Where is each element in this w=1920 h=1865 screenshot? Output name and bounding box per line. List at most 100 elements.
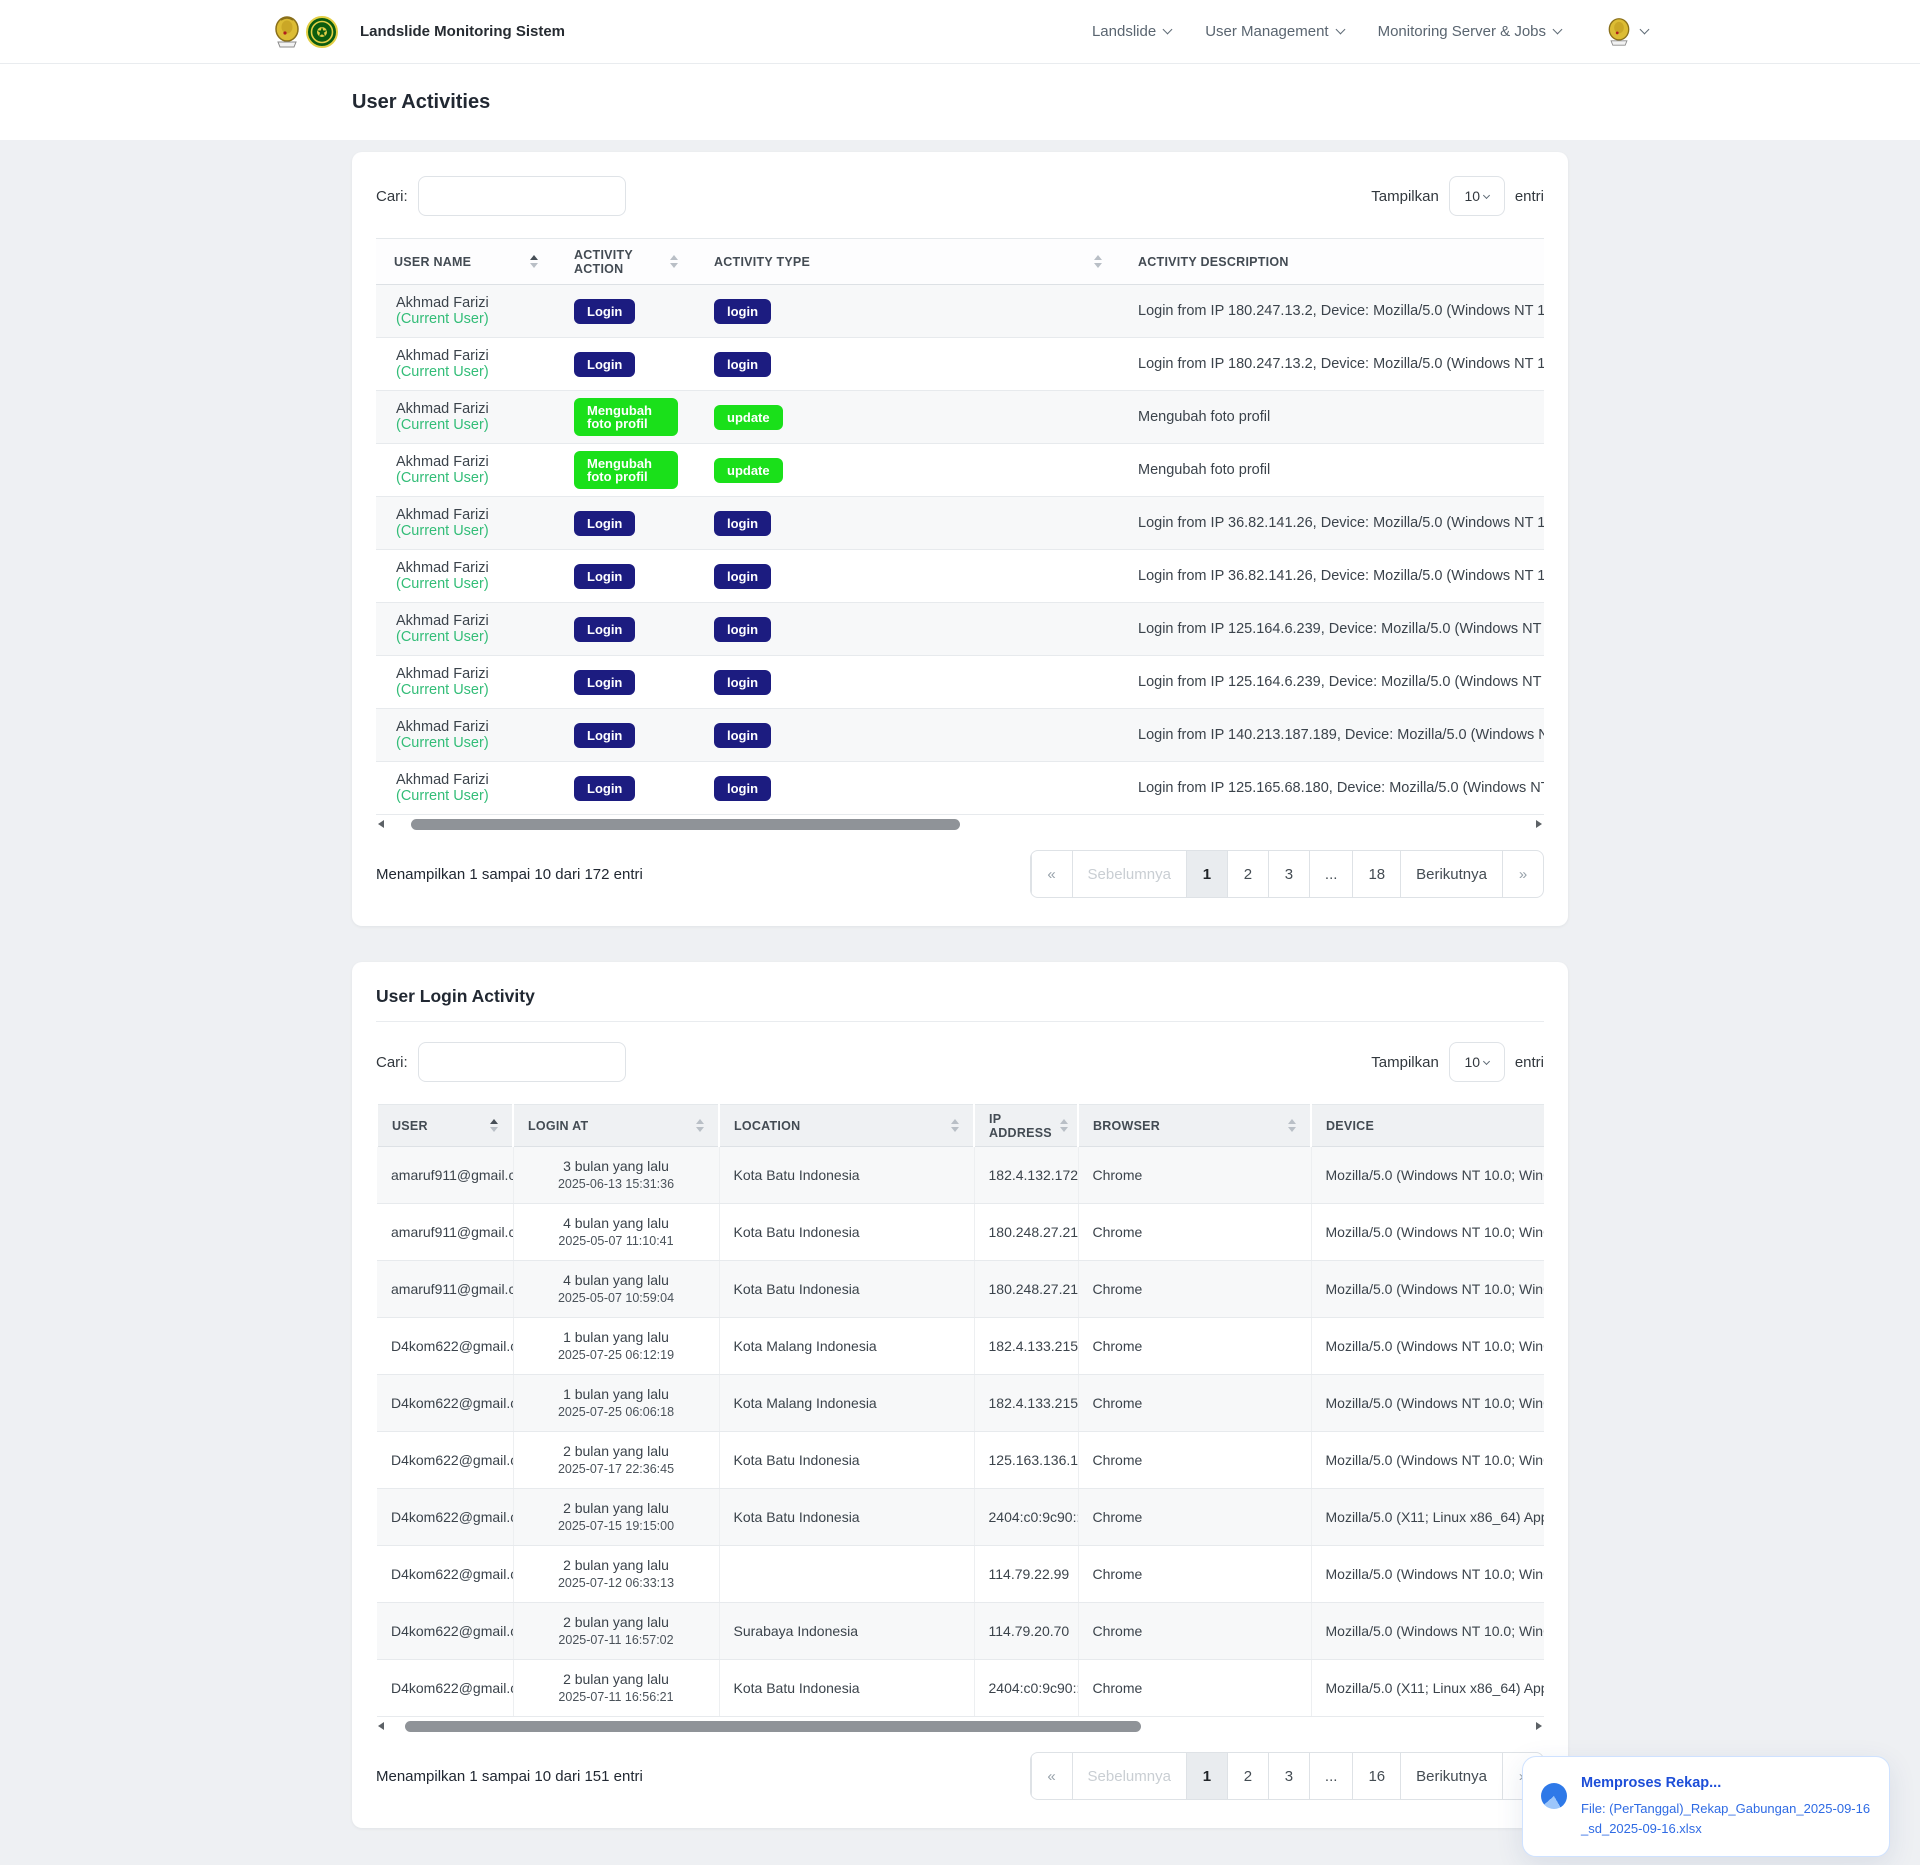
current-user-tag: (Current User) <box>396 311 489 327</box>
column-header[interactable]: IP ADDRESS <box>974 1105 1078 1147</box>
pagination-button[interactable]: « <box>1031 1753 1072 1799</box>
chevron-down-icon <box>1640 25 1650 35</box>
column-header[interactable]: USER <box>377 1105 513 1147</box>
cell-device: Mozilla/5.0 (Windows NT 10.0; Win64; x64… <box>1311 1603 1544 1660</box>
login-relative-time: 2 bulan yang lalu <box>528 1613 705 1632</box>
pagination-button[interactable]: 18 <box>1352 851 1400 897</box>
pagination-button[interactable]: Sebelumnya <box>1072 1753 1186 1799</box>
scroll-left-arrow-icon[interactable] <box>378 1722 384 1730</box>
pagination-button[interactable]: 3 <box>1268 851 1309 897</box>
pagination-button[interactable]: Berikutnya <box>1400 851 1502 897</box>
pagination-button[interactable]: « <box>1031 851 1072 897</box>
column-header[interactable]: DEVICE <box>1311 1105 1544 1147</box>
search-input[interactable] <box>418 1042 626 1082</box>
sort-arrows-icon[interactable] <box>1094 255 1102 268</box>
table-row: Akhmad Farizi (Current User) Mengubah fo… <box>376 444 1544 497</box>
cell-activity-type: update <box>696 391 1120 444</box>
activity-action-badge: Login <box>574 776 635 801</box>
page-heading-band: User Activities <box>0 64 1920 140</box>
pagination-button[interactable]: 2 <box>1227 1753 1268 1799</box>
nav-item-label: Landslide <box>1092 23 1156 40</box>
current-user-tag: (Current User) <box>396 682 489 698</box>
cell-location: Kota Batu Indonesia <box>719 1432 974 1489</box>
sort-arrows-icon[interactable] <box>696 1119 704 1132</box>
activity-action-badge: Login <box>574 617 635 642</box>
pagination-button[interactable]: 1 <box>1186 1753 1227 1799</box>
horizontal-scrollbar[interactable] <box>376 817 1544 832</box>
pagination-button[interactable]: 2 <box>1227 851 1268 897</box>
cell-user-email: amaruf911@gmail.com <box>377 1147 513 1204</box>
pagination-button[interactable]: Berikutnya <box>1400 1753 1502 1799</box>
table-row: Akhmad Farizi (Current User) Login login… <box>376 550 1544 603</box>
column-header[interactable]: LOGIN AT <box>513 1105 719 1147</box>
cell-login-at: 2 bulan yang lalu 2025-07-17 22:36:45 <box>513 1432 719 1489</box>
nav-dropdown-item[interactable]: User Management <box>1205 23 1343 40</box>
university-emblem-logo-icon <box>306 16 338 48</box>
pagination-button[interactable]: » <box>1502 851 1543 897</box>
scroll-right-arrow-icon[interactable] <box>1536 1722 1542 1730</box>
cell-user-email: D4kom622@gmail.com <box>377 1546 513 1603</box>
search-label: Cari: <box>376 188 408 205</box>
cell-user-name: Akhmad Farizi (Current User) <box>376 338 556 391</box>
sort-arrows-icon[interactable] <box>670 255 678 268</box>
scroll-left-arrow-icon[interactable] <box>378 820 384 828</box>
cell-browser: Chrome <box>1078 1432 1311 1489</box>
main-content: Cari: Tampilkan 10 entri <box>352 140 1568 1848</box>
cell-browser: Chrome <box>1078 1603 1311 1660</box>
nav-dropdown-item[interactable]: Landslide <box>1092 23 1171 40</box>
pagination-button[interactable]: 3 <box>1268 1753 1309 1799</box>
column-header[interactable]: LOCATION <box>719 1105 974 1147</box>
cell-activity-description: Mengubah foto profil <box>1120 391 1544 444</box>
current-user-tag: (Current User) <box>396 470 489 486</box>
page-length-select[interactable]: 10 <box>1449 1042 1505 1082</box>
scrollbar-thumb[interactable] <box>411 819 960 830</box>
scroll-right-arrow-icon[interactable] <box>1536 820 1542 828</box>
cell-activity-description: Login from IP 125.164.6.239, Device: Moz… <box>1120 603 1544 656</box>
cell-user-name: Akhmad Farizi (Current User) <box>376 762 556 815</box>
page-length-select[interactable]: 10 <box>1449 176 1505 216</box>
cell-user-email: amaruf911@gmail.com <box>377 1261 513 1318</box>
column-header-label: BROWSER <box>1093 1119 1160 1133</box>
pagination: « Sebelumnya 1 2 3 ... 18 Berikutnya » <box>1030 850 1544 898</box>
cell-activity-action: Login <box>556 603 696 656</box>
login-timestamp: 2025-06-13 15:31:36 <box>528 1176 705 1193</box>
sort-arrows-icon[interactable] <box>951 1119 959 1132</box>
column-header[interactable]: ACTIVITY DESCRIPTION <box>1120 239 1544 285</box>
nav-item-label: User Management <box>1205 23 1328 40</box>
cell-location: Kota Batu Indonesia <box>719 1261 974 1318</box>
column-header[interactable]: USER NAME <box>376 239 556 285</box>
top-navbar: Landslide Monitoring Sistem Landslide Us… <box>0 0 1920 64</box>
user-name: Akhmad Farizi <box>396 666 489 682</box>
pagination-button[interactable]: 1 <box>1186 851 1227 897</box>
cell-user-email: D4kom622@gmail.com <box>377 1318 513 1375</box>
column-header[interactable]: BROWSER <box>1078 1105 1311 1147</box>
column-header[interactable]: ACTIVITY TYPE <box>696 239 1120 285</box>
sort-arrows-icon[interactable] <box>1060 1119 1068 1132</box>
login-timestamp: 2025-07-25 06:06:18 <box>528 1404 705 1421</box>
cell-activity-action: Login <box>556 285 696 338</box>
scrollbar-thumb[interactable] <box>405 1721 1141 1732</box>
user-avatar-menu[interactable] <box>1605 17 1648 47</box>
pagination-button[interactable]: 16 <box>1352 1753 1400 1799</box>
pagination-button[interactable]: Sebelumnya <box>1072 851 1186 897</box>
column-header-label: IP ADDRESS <box>989 1112 1052 1140</box>
nav-dropdown-item[interactable]: Monitoring Server & Jobs <box>1378 23 1561 40</box>
current-user-tag: (Current User) <box>396 417 489 433</box>
sort-arrows-icon[interactable] <box>530 255 538 268</box>
pagination-button[interactable]: ... <box>1309 851 1353 897</box>
processing-toast[interactable]: Memproses Rekap... File: (PerTanggal)_Re… <box>1522 1756 1890 1857</box>
activity-type-badge: login <box>714 723 771 748</box>
column-header-label: USER <box>392 1119 428 1133</box>
sort-arrows-icon[interactable] <box>490 1119 498 1132</box>
cell-activity-type: login <box>696 550 1120 603</box>
pagination-button[interactable]: ... <box>1309 1753 1353 1799</box>
column-header-label: USER NAME <box>394 255 471 269</box>
cell-user-name: Akhmad Farizi (Current User) <box>376 656 556 709</box>
login-relative-time: 1 bulan yang lalu <box>528 1328 705 1347</box>
column-header[interactable]: ACTIVITY ACTION <box>556 239 696 285</box>
search-input[interactable] <box>418 176 626 216</box>
horizontal-scrollbar[interactable] <box>376 1719 1544 1734</box>
sort-arrows-icon[interactable] <box>1288 1119 1296 1132</box>
activity-type-badge: login <box>714 299 771 324</box>
cell-device: Mozilla/5.0 (Windows NT 10.0; Win64; x64… <box>1311 1375 1544 1432</box>
